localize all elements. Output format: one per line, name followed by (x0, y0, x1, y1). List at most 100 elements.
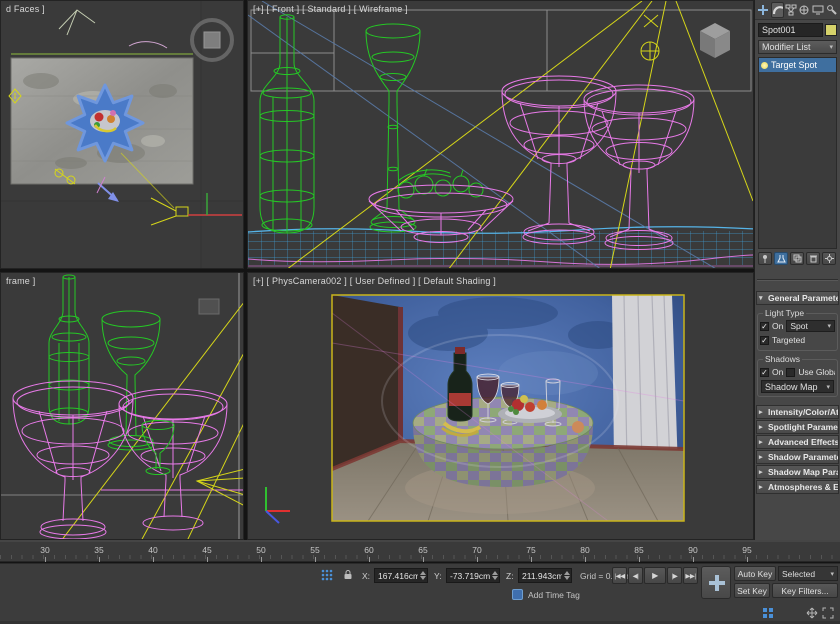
snaps-grid-icon[interactable] (320, 568, 334, 587)
selection-lock-icon[interactable] (341, 568, 355, 587)
set-keys-button[interactable] (701, 566, 731, 599)
flask-icon (777, 254, 786, 263)
time-tag-icon[interactable] (512, 589, 523, 600)
set-key-button[interactable]: Set Key (734, 583, 770, 598)
light-type-value: Spot (790, 321, 808, 331)
axis-tripod (266, 487, 290, 523)
modify-icon (774, 7, 783, 14)
z-coordinate-label: Z: (506, 571, 514, 581)
stack-item-target-spot[interactable]: Target Spot (759, 58, 836, 72)
remove-modifier-button[interactable] (806, 252, 820, 265)
frame-tick-label: 55 (303, 545, 327, 562)
light-type-dropdown[interactable]: Spot ▾ (786, 320, 835, 332)
rollout-title: Atmospheres & Effects (768, 482, 839, 492)
shadow-type-dropdown[interactable]: Shadow Map ▾ (761, 380, 834, 393)
x-coordinate-label: X: (362, 571, 370, 581)
viewport-top-label[interactable]: d Faces ] (6, 4, 45, 14)
viewport-top[interactable]: d Faces ] (0, 0, 244, 269)
frame-tick-label: 70 (465, 545, 489, 562)
modifier-list-label: Modifier List (762, 42, 811, 52)
rollout-general-parameters[interactable]: ▾ General Parameters (756, 291, 839, 305)
go-to-start-button[interactable]: |◀◀ (612, 567, 627, 584)
general-parameters-body: Light Type ✓ On Spot ▾ ✓ Targeted Shadow… (755, 305, 840, 404)
track-bar[interactable]: 30 35 40 45 50 55 60 65 70 75 80 85 90 9… (0, 540, 840, 562)
rollout-title: General Parameters (768, 293, 839, 303)
rollout-intensity-color-attenuation[interactable]: ▸ Intensity/Color/Attenuation (756, 405, 839, 419)
frame-tick-label: 35 (87, 545, 111, 562)
next-frame-button[interactable]: |▶ (667, 567, 682, 584)
viewport-front-label[interactable]: [+] [ Front ] [ Standard ] [ Wireframe ] (253, 4, 408, 14)
pan-view-icon[interactable] (806, 606, 818, 624)
frame-tick-label: 45 (195, 545, 219, 562)
pin-icon (761, 254, 770, 263)
utilities-tab[interactable] (825, 2, 838, 18)
shadows-on-checkbox[interactable]: ✓ (760, 368, 769, 377)
show-end-result-button[interactable] (774, 252, 788, 265)
viewcube[interactable] (700, 23, 730, 58)
y-spinner[interactable] (490, 571, 498, 580)
z-coordinate-field[interactable]: 211.943cm (518, 568, 572, 583)
chevron-down-icon: ▾ (830, 570, 834, 578)
viewport-front[interactable]: [+] [ Front ] [ Standard ] [ Wireframe ] (247, 0, 754, 269)
rollout-closed-icon: ▸ (759, 406, 763, 419)
x-spinner[interactable] (418, 571, 426, 580)
modifier-list-dropdown[interactable]: Modifier List ▾ (758, 40, 837, 54)
modifier-stack[interactable]: Target Spot (758, 57, 837, 249)
camera-viewport-scene (248, 273, 754, 540)
light-bulb-icon (761, 62, 768, 69)
previous-frame-button[interactable]: ◀| (628, 567, 643, 584)
command-panel-tabs (755, 0, 840, 20)
go-to-end-button[interactable]: ▶▶| (683, 567, 698, 584)
selection-set-dropdown[interactable]: Selected ▾ (778, 566, 838, 581)
key-filters-button[interactable]: Key Filters... (772, 583, 838, 598)
rollout-shadow-parameters[interactable]: ▸ Shadow Parameters (756, 450, 839, 464)
viewport-layout-icon[interactable] (762, 606, 774, 624)
play-button[interactable]: ▶ (644, 567, 666, 584)
rollout-advanced-effects[interactable]: ▸ Advanced Effects (756, 435, 839, 449)
viewport-camera-label[interactable]: [+] [ PhysCamera002 ] [ User Defined ] [… (253, 276, 496, 286)
targeted-label: Targeted (772, 335, 805, 345)
shadows-group: Shadows ✓ On Use Global Settings Shadow … (757, 354, 838, 397)
command-panel: Spot001 Modifier List ▾ Target Spot ▾ Ge… (754, 0, 840, 540)
object-name-field[interactable]: Spot001 (758, 23, 823, 37)
frame-tick-label: 40 (141, 545, 165, 562)
wrench-icon (826, 4, 838, 16)
maximize-viewport-toggle-icon[interactable] (822, 606, 834, 624)
viewport-left[interactable]: frame ] (0, 272, 244, 540)
make-unique-button[interactable] (790, 252, 804, 265)
rollout-closed-icon: ▸ (759, 436, 763, 449)
x-value: 167.416cm (378, 571, 418, 581)
frame-tick-label: 65 (411, 545, 435, 562)
rollout-closed-icon: ▸ (759, 466, 763, 479)
panel-divider (757, 279, 838, 281)
plus-icon (758, 5, 768, 15)
rollout-spotlight-parameters[interactable]: ▸ Spotlight Parameters (756, 420, 839, 434)
light-on-checkbox[interactable]: ✓ (760, 322, 769, 331)
object-color-swatch[interactable] (825, 24, 837, 36)
y-coordinate-field[interactable]: -73.719cm (446, 568, 500, 583)
rollout-shadow-map-params[interactable]: ▸ Shadow Map Params (756, 465, 839, 479)
configure-modifier-sets-button[interactable] (822, 252, 836, 265)
modify-tab[interactable] (771, 2, 784, 18)
trash-icon (809, 254, 818, 263)
hierarchy-tab[interactable] (785, 2, 798, 18)
z-spinner[interactable] (562, 571, 570, 580)
add-time-tag[interactable]: Add Time Tag (528, 590, 580, 600)
frame-tick-label: 75 (519, 545, 543, 562)
frame-tick-label: 85 (627, 545, 651, 562)
pin-stack-button[interactable] (758, 252, 772, 265)
x-coordinate-field[interactable]: 167.416cm (374, 568, 428, 583)
front-viewport-scene (248, 1, 754, 269)
rollout-atmospheres-effects[interactable]: ▸ Atmospheres & Effects (756, 480, 839, 494)
3dsmax-window: d Faces ] (0, 0, 840, 624)
light-type-group-label: Light Type (763, 308, 806, 318)
viewport-camera[interactable]: [+] [ PhysCamera002 ] [ User Defined ] [… (247, 272, 754, 540)
motion-tab[interactable] (798, 2, 811, 18)
display-tab[interactable] (812, 2, 825, 18)
use-global-checkbox[interactable] (786, 368, 795, 377)
viewport-left-label[interactable]: frame ] (6, 276, 35, 286)
chevron-down-icon: ▾ (826, 383, 830, 391)
targeted-checkbox[interactable]: ✓ (760, 336, 769, 345)
create-tab[interactable] (757, 2, 770, 18)
auto-key-button[interactable]: Auto Key (734, 566, 776, 581)
